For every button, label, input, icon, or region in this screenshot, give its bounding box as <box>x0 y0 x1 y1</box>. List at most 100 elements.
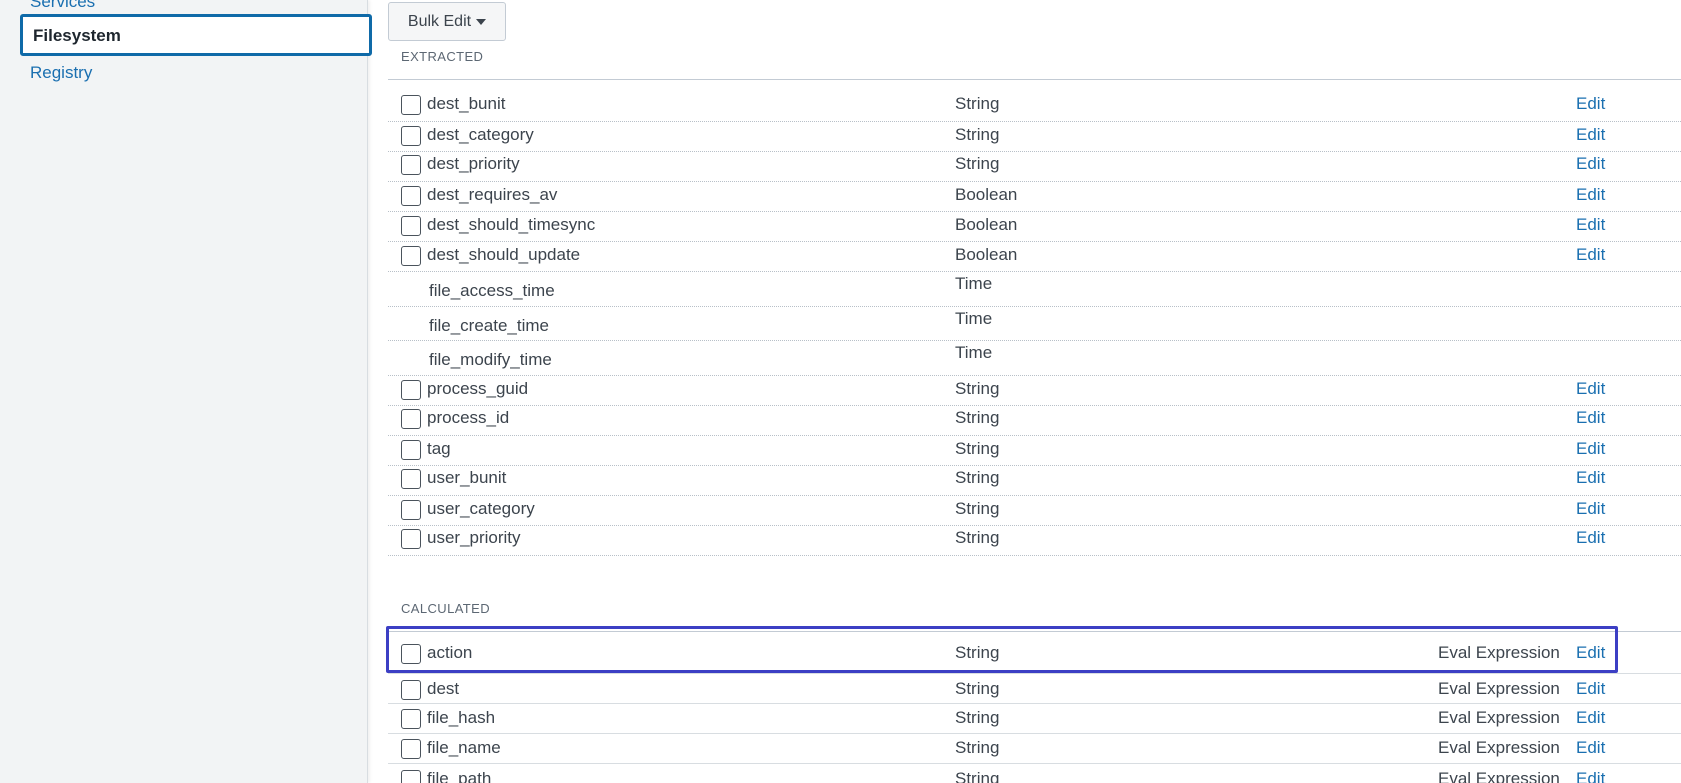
field-name: dest_should_update <box>427 245 581 264</box>
table-row: process_guid String Edit <box>388 376 1681 406</box>
table-row: tag String Edit <box>388 436 1681 466</box>
field-name: dest_bunit <box>427 94 506 113</box>
row-checkbox[interactable] <box>401 95 421 115</box>
field-type: String <box>955 708 1000 727</box>
sidebar-item-services[interactable]: Services <box>30 0 95 12</box>
table-row: file_path String Eval Expression Edit <box>388 764 1681 783</box>
table-row: file_hash String Eval Expression Edit <box>388 704 1681 734</box>
table-row: action String Eval Expression Edit <box>388 641 1681 674</box>
table-row: user_bunit String Edit <box>388 466 1681 496</box>
field-name: user_bunit <box>427 468 507 487</box>
section-divider <box>388 79 1681 80</box>
field-name: dest_priority <box>427 154 520 173</box>
field-name: action <box>427 643 473 662</box>
row-checkbox[interactable] <box>401 770 421 783</box>
table-row: file_modify_time Time <box>388 341 1681 376</box>
field-type: String <box>955 125 1000 144</box>
sidebar: Services Filesystem Registry <box>0 0 372 783</box>
sidebar-item-registry[interactable]: Registry <box>30 63 92 83</box>
field-name: file_hash <box>427 708 496 727</box>
field-name: tag <box>427 439 451 458</box>
table-row: dest_requires_av Boolean Edit <box>388 182 1681 212</box>
section-divider <box>388 631 1681 632</box>
field-type: String <box>955 468 1000 487</box>
field-type: String <box>955 379 1000 398</box>
row-checkbox[interactable] <box>401 409 421 429</box>
edit-link[interactable]: Edit <box>1576 154 1605 174</box>
field-name: user_category <box>427 499 535 518</box>
row-checkbox[interactable] <box>401 469 421 489</box>
edit-link[interactable]: Edit <box>1576 215 1605 235</box>
row-checkbox[interactable] <box>401 500 421 520</box>
edit-link[interactable]: Edit <box>1576 94 1605 114</box>
edit-link[interactable]: Edit <box>1576 528 1605 548</box>
caret-down-icon <box>476 18 487 25</box>
table-row: dest_should_update Boolean Edit <box>388 242 1681 272</box>
field-name: file_name <box>427 738 501 757</box>
field-type: String <box>955 154 1000 173</box>
field-name: user_priority <box>427 528 521 547</box>
table-row: user_category String Edit <box>388 496 1681 526</box>
edit-link[interactable]: Edit <box>1576 408 1605 428</box>
edit-link[interactable]: Edit <box>1576 125 1605 145</box>
bulk-edit-button[interactable]: Bulk Edit <box>388 2 506 41</box>
section-title-calculated: CALCULATED <box>401 601 491 616</box>
field-kind: Eval Expression <box>1438 679 1560 698</box>
row-checkbox[interactable] <box>401 216 421 236</box>
edit-link[interactable]: Edit <box>1576 245 1605 265</box>
field-name: dest_should_timesync <box>427 215 596 234</box>
table-row: process_id String Edit <box>388 406 1681 436</box>
row-checkbox[interactable] <box>401 739 421 759</box>
row-checkbox[interactable] <box>401 709 421 729</box>
row-checkbox[interactable] <box>401 380 421 400</box>
field-name: process_guid <box>427 379 529 398</box>
row-checkbox[interactable] <box>401 529 421 549</box>
field-type: Time <box>955 343 993 362</box>
field-name: file_create_time <box>429 316 550 335</box>
field-name: dest <box>427 679 460 698</box>
field-kind: Eval Expression <box>1438 708 1560 727</box>
row-checkbox[interactable] <box>401 680 421 700</box>
edit-link[interactable]: Edit <box>1576 769 1605 783</box>
field-type: Time <box>955 274 993 293</box>
edit-link[interactable]: Edit <box>1576 643 1605 663</box>
field-name: dest_requires_av <box>427 185 558 204</box>
field-type: String <box>955 643 1000 662</box>
field-name: file_path <box>427 769 492 783</box>
field-type: Boolean <box>955 245 1018 264</box>
edit-link[interactable]: Edit <box>1576 379 1605 399</box>
field-type: String <box>955 679 1000 698</box>
edit-link[interactable]: Edit <box>1576 738 1605 758</box>
field-type: Time <box>955 309 993 328</box>
row-checkbox[interactable] <box>401 440 421 460</box>
field-name: file_access_time <box>429 281 555 300</box>
table-row: file_access_time Time <box>388 272 1681 307</box>
field-type: String <box>955 408 1000 427</box>
row-checkbox[interactable] <box>401 246 421 266</box>
edit-link[interactable]: Edit <box>1576 439 1605 459</box>
field-name: process_id <box>427 408 510 427</box>
field-type: String <box>955 738 1000 757</box>
edit-link[interactable]: Edit <box>1576 468 1605 488</box>
edit-link[interactable]: Edit <box>1576 708 1605 728</box>
field-kind: Eval Expression <box>1438 738 1560 757</box>
field-type: Boolean <box>955 215 1018 234</box>
row-checkbox[interactable] <box>401 186 421 206</box>
table-row: dest_category String Edit <box>388 122 1681 152</box>
table-row: dest_should_timesync Boolean Edit <box>388 212 1681 242</box>
edit-link[interactable]: Edit <box>1576 679 1605 699</box>
row-checkbox[interactable] <box>401 155 421 175</box>
field-type: String <box>955 528 1000 547</box>
field-type: String <box>955 499 1000 518</box>
row-checkbox[interactable] <box>401 126 421 146</box>
edit-link[interactable]: Edit <box>1576 499 1605 519</box>
field-kind: Eval Expression <box>1438 643 1560 662</box>
bulk-edit-label: Bulk Edit <box>407 12 472 30</box>
field-type: String <box>955 439 1000 458</box>
row-checkbox[interactable] <box>401 644 421 664</box>
table-row: dest_bunit String Edit <box>388 92 1681 122</box>
sidebar-item-filesystem[interactable]: Filesystem <box>20 14 372 56</box>
field-name: dest_category <box>427 125 534 144</box>
edit-link[interactable]: Edit <box>1576 185 1605 205</box>
field-type: String <box>955 769 1000 783</box>
